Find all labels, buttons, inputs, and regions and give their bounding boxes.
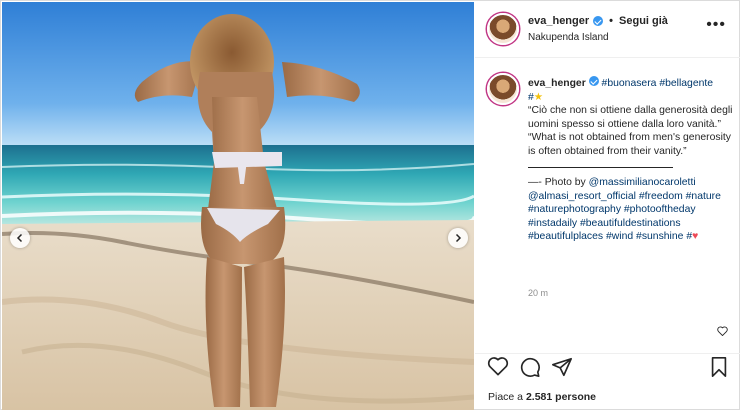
hashtag-link[interactable]: #nature bbox=[686, 191, 721, 202]
action-bar bbox=[475, 353, 740, 377]
beach-photo-illustration bbox=[2, 2, 474, 410]
comment-time[interactable]: 20 m bbox=[528, 288, 548, 298]
hashtag-link[interactable]: #sunshine bbox=[636, 231, 683, 242]
caption-section: eva_henger #buonasera #bellagente #★ “Ci… bbox=[475, 59, 740, 337]
likes-number: 2.581 bbox=[525, 391, 553, 403]
hashtag-link[interactable]: #naturephotography bbox=[528, 204, 621, 215]
quote-english: “What is not obtained from men's generos… bbox=[528, 132, 731, 157]
post-header: eva_henger • Segui già Nakupenda Island … bbox=[475, 2, 740, 58]
hashtag-link[interactable]: #beautifuldestinations bbox=[580, 218, 681, 229]
quote-italian: “Ciò che non si ottiene dalla generosità… bbox=[528, 105, 733, 130]
carousel-prev-button[interactable] bbox=[10, 228, 30, 248]
comment-icon[interactable] bbox=[519, 356, 541, 383]
username-link[interactable]: eva_henger bbox=[528, 15, 589, 27]
bookmark-icon[interactable] bbox=[709, 356, 729, 383]
caption-text: eva_henger #buonasera #bellagente #★ “Ci… bbox=[528, 76, 733, 244]
hashtag-link[interactable]: #freedom bbox=[639, 191, 683, 202]
more-options-icon[interactable]: ••• bbox=[706, 17, 726, 33]
carousel-next-button[interactable] bbox=[448, 228, 468, 248]
separator-dot: • bbox=[609, 15, 614, 27]
likes-count[interactable]: Piace a 2.581 persone bbox=[488, 391, 596, 403]
caption-avatar[interactable] bbox=[487, 73, 519, 105]
chevron-left-icon bbox=[16, 233, 23, 243]
location-link[interactable]: Nakupenda Island bbox=[528, 32, 609, 43]
caption-username-link[interactable]: eva_henger bbox=[528, 78, 586, 89]
star-emoji-icon: ★ bbox=[533, 91, 544, 103]
mention-link[interactable]: @almasi_resort_official bbox=[528, 191, 636, 202]
instagram-post: eva_henger • Segui già Nakupenda Island … bbox=[0, 0, 740, 410]
post-photo[interactable] bbox=[2, 2, 474, 410]
paper-plane-icon[interactable] bbox=[551, 356, 573, 383]
hashtag-link[interactable]: #bellagente bbox=[659, 78, 713, 89]
mention-link[interactable]: @massimilianocaroletti bbox=[589, 177, 696, 188]
hashtag-link[interactable]: #wind bbox=[606, 231, 633, 242]
post-side-panel: eva_henger • Segui già Nakupenda Island … bbox=[475, 2, 740, 410]
chevron-right-icon bbox=[455, 233, 462, 243]
divider-line bbox=[528, 167, 673, 168]
hashtag-link[interactable]: #buonasera bbox=[602, 78, 657, 89]
verified-badge-icon bbox=[588, 76, 599, 86]
likes-prefix: Piace a bbox=[488, 391, 524, 403]
hashtag-link[interactable]: #beautifulplaces bbox=[528, 231, 603, 242]
heart-icon[interactable] bbox=[487, 356, 509, 381]
likes-suffix: persone bbox=[555, 391, 597, 403]
caption-like-heart-icon[interactable] bbox=[717, 323, 728, 341]
photo-credit-prefix: —- Photo by bbox=[528, 177, 586, 188]
header-user-row: eva_henger • Segui già bbox=[528, 15, 668, 27]
avatar[interactable] bbox=[487, 13, 519, 45]
following-button[interactable]: Segui già bbox=[619, 15, 668, 27]
red-heart-emoji-icon: ♥ bbox=[692, 231, 699, 242]
hashtag-link[interactable]: #instadaily bbox=[528, 218, 577, 229]
hashtag-link[interactable]: #photooftheday bbox=[624, 204, 696, 215]
verified-badge-icon bbox=[593, 16, 604, 26]
